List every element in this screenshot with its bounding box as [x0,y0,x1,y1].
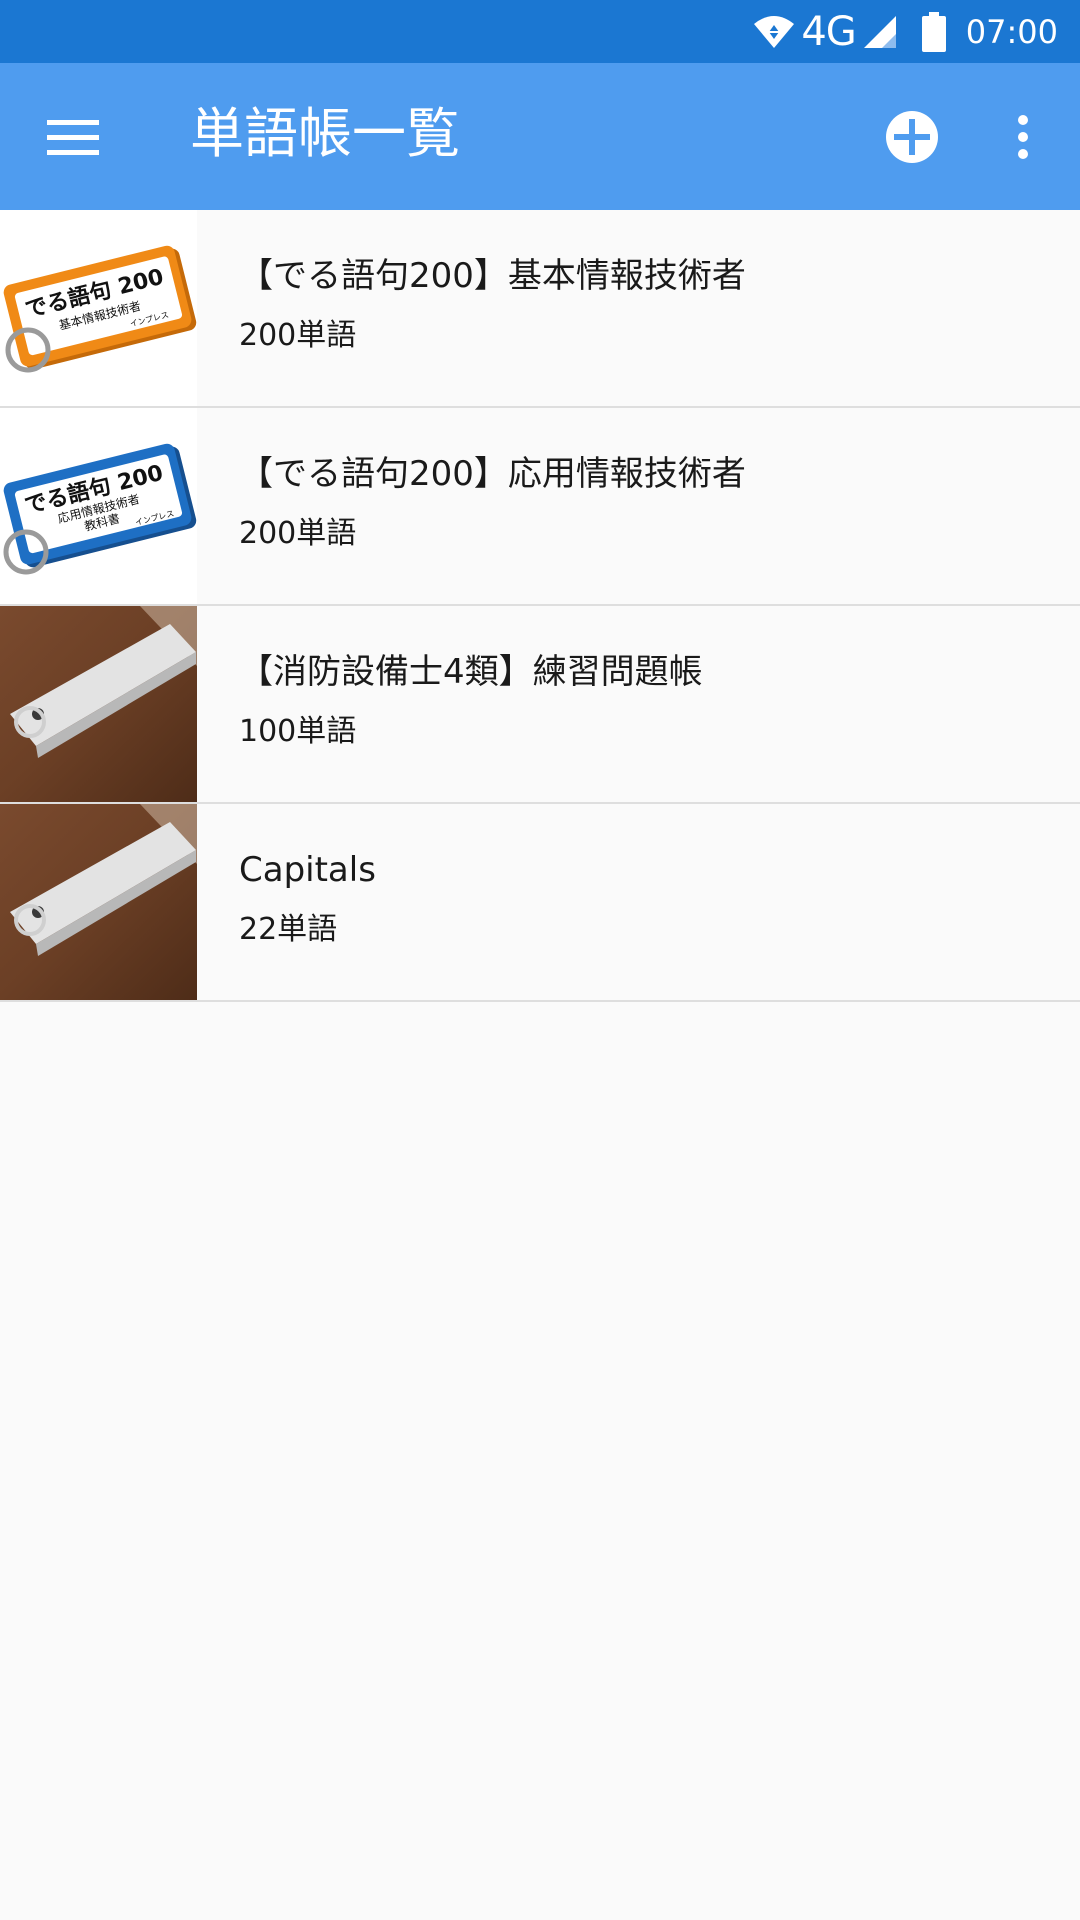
more-vertical-icon [1018,115,1028,159]
deck-thumbnail: でる語句 200 応用情報技術者 教科書 インプレス [0,408,197,604]
deck-word-count: 100単語 [239,714,357,749]
deck-list-item[interactable]: 【消防設備士4類】練習問題帳 100単語 [0,606,1080,804]
deck-list-item[interactable]: でる語句 200 応用情報技術者 教科書 インプレス 【でる語句200】応用情報… [0,408,1080,606]
deck-word-count: 22単語 [239,912,338,947]
deck-list: でる語句 200 基本情報技術者 インプレス 【でる語句200】基本情報技術者 … [0,210,1080,1002]
app-bar: 単語帳一覧 [0,63,1080,210]
add-deck-button[interactable] [868,93,956,181]
deck-title: 【でる語句200】応用情報技術者 [239,454,746,494]
more-options-button[interactable] [988,93,1058,181]
deck-list-item[interactable]: Capitals 22単語 [0,804,1080,1002]
navigation-menu-button[interactable] [28,97,118,177]
deck-thumbnail: でる語句 200 基本情報技術者 インプレス [0,210,197,406]
deck-list-item[interactable]: でる語句 200 基本情報技術者 インプレス 【でる語句200】基本情報技術者 … [0,210,1080,408]
deck-thumbnail [0,606,197,802]
deck-title: Capitals [239,850,376,890]
add-circle-icon [886,111,938,163]
signal-icon [862,14,898,50]
deck-word-count: 200単語 [239,516,357,551]
deck-title: 【でる語句200】基本情報技術者 [239,256,746,296]
status-time: 07:00 [965,12,1058,51]
page-title: 単語帳一覧 [190,102,460,165]
deck-thumbnail [0,804,197,1000]
network-type-label: 4G [801,8,856,55]
battery-icon [921,11,946,52]
wifi-icon [753,14,795,50]
hamburger-menu-icon [47,120,99,155]
deck-word-count: 200単語 [239,318,357,353]
deck-title: 【消防設備士4類】練習問題帳 [239,652,703,692]
status-bar: 4G 07:00 [0,0,1080,63]
